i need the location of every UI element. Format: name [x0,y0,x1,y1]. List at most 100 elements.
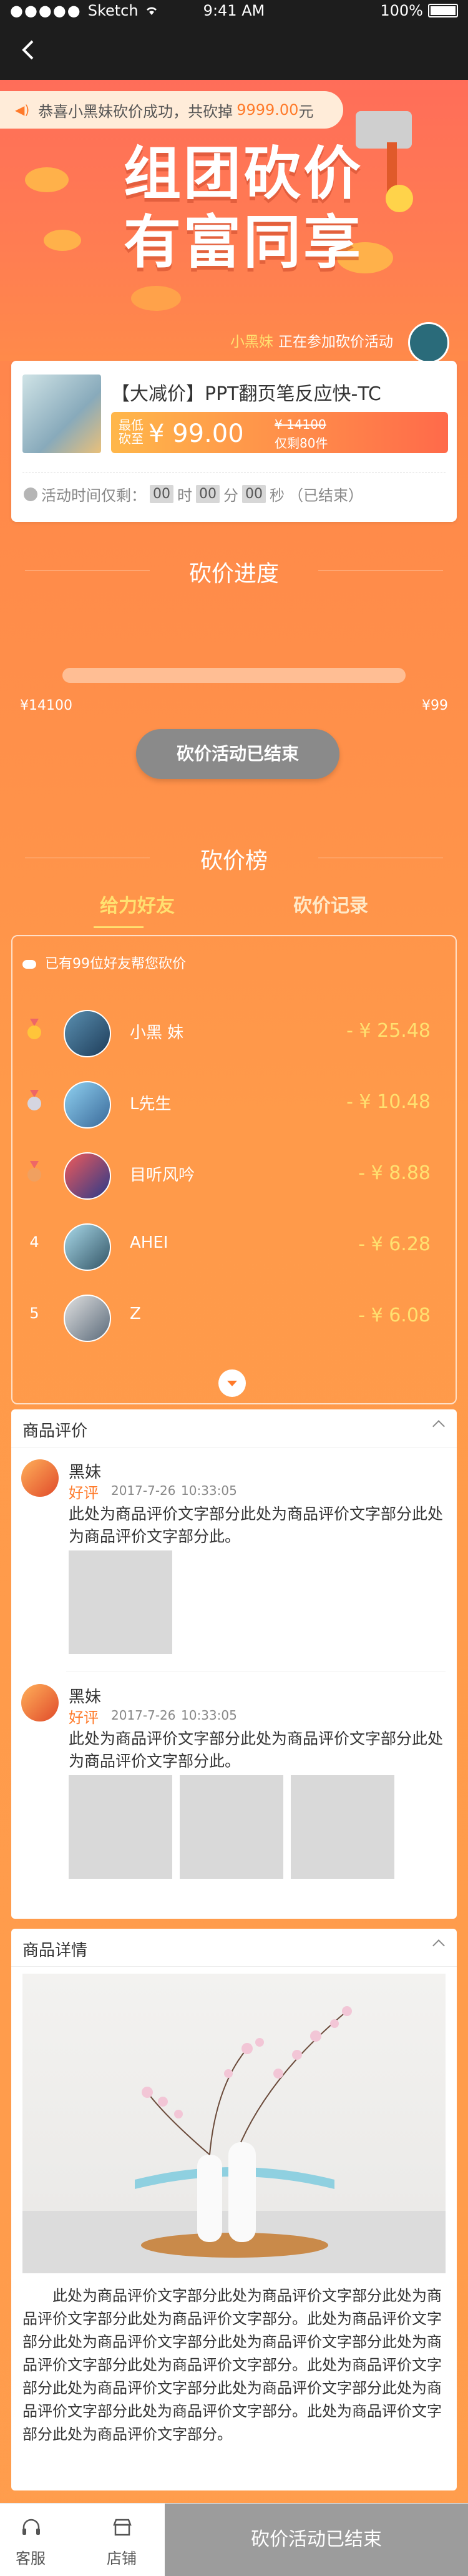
progress-title: 砍价进度 [188,561,279,587]
reviewer-name: 黑妹 [69,1463,102,1482]
rank-number: 4 [29,1233,39,1251]
avatar [21,1459,59,1497]
expand-more-button[interactable] [218,1369,246,1397]
avatar [64,1152,111,1200]
friend-name: L先生 [130,1095,172,1114]
active-tab-indicator [94,926,144,928]
vase-illustration [22,2006,446,2273]
decor-cloud [131,286,181,311]
decor-cloud [44,230,81,251]
tab-friends[interactable]: 给力好友 [100,890,175,918]
ranking-row: 5 Z - ¥ 6.08 [11,1281,457,1349]
current-price: ¥ 99.00 [149,419,244,448]
review-text: 此处为商品评价文字部分此处为商品评价文字部分此处为商品评价文字部分此。 [69,1505,444,1545]
avatar [64,1081,111,1129]
rank-number: 5 [29,1305,39,1322]
review-date: 2017-7-26 [111,1483,176,1498]
ranking-row: 目听风吟 - ¥ 8.88 [11,1139,457,1207]
helper-icon [22,960,36,969]
activity-ended-button[interactable]: 砍价活动已结束 [136,729,339,779]
countdown-unit: 时 [177,487,192,504]
friend-name: 目听风吟 [130,1166,195,1185]
ranking-header-text: 已有99位好友帮您砍价 [45,956,186,972]
friend-name: AHEI [130,1233,168,1252]
original-price: ¥ 14100 [275,417,326,432]
chevron-up-icon[interactable] [432,1420,445,1432]
service-label: 客服 [16,2550,46,2567]
reviews-title: 商品评价 [22,1422,88,1441]
ranking-header: 已有99位好友帮您砍价 [22,953,186,972]
product-image [22,375,101,453]
product-card[interactable]: 【大减价】PPT翻页笔反应快-TC 最低砍至 ¥ 99.00 ¥ 14100 仅… [11,361,457,522]
notice-unit: 元 [298,102,314,120]
countdown-seconds: 00 [242,485,266,503]
review-image[interactable] [69,1550,172,1654]
review-time: 10:33:05 [181,1708,237,1723]
reviews-panel: 商品评价 黑妹 好评 2017-7-26 10:33:05 此处为商品评价文字部… [11,1409,457,1919]
store-button[interactable]: 店铺 [91,2504,152,2576]
countdown-status: （已结束） [288,487,363,504]
ranking-title: 砍价榜 [200,848,268,874]
review-image[interactable] [291,1775,394,1879]
avatar [408,322,449,361]
joiner-name: 小黑妹 [230,334,273,350]
avatar [64,1295,111,1342]
details-title: 商品详情 [22,1941,88,1960]
details-panel: 商品详情 此处为商品评价文字部分此处为商品评价文字部分此处为商品评价文字部分此处… [11,1929,457,2490]
countdown-label: 活动时间仅剩： [41,487,146,504]
cut-amount: - ¥ 25.48 [346,1020,431,1042]
countdown-unit: 分 [223,487,238,504]
tab-records[interactable]: 砍价记录 [293,890,368,918]
battery-icon [428,4,458,17]
hero-banner: ◀) 恭喜小黑妹砍价成功，共砍掉 9999.00 元 组团砍价 有富同享 小黑妹… [0,80,468,361]
price-bar: 最低砍至 ¥ 99.00 ¥ 14100 仅剩80件 [111,412,448,453]
service-button[interactable]: 客服 [0,2504,61,2576]
progress-end-price: ¥99 [422,698,448,713]
bronze-medal-icon [27,1161,41,1182]
cut-amount: - ¥ 6.08 [358,1305,431,1326]
hero-title-line2: 有富同享 [123,208,363,276]
gold-medal-icon [27,1019,41,1039]
countdown: 活动时间仅剩： 00 时 00 分 00 秒 （已结束） [24,483,363,505]
friend-name: Z [130,1305,141,1323]
avatar [64,1010,111,1057]
hero-title: 组团砍价 有富同享 [100,139,387,277]
clock-icon [24,487,37,501]
battery-label: 100% [380,2,423,19]
product-detail-image [22,1974,446,2273]
countdown-minutes: 00 [196,485,220,503]
activity-ended-bottom-button[interactable]: 砍价活动已结束 [165,2504,468,2576]
progress-bar [62,668,406,683]
notice-amount: 9999.00 [236,101,299,119]
decor-cloud [25,167,69,192]
notice-text: 恭喜小黑妹砍价成功，共砍掉 [38,102,233,120]
review-rating: 好评 [69,1709,99,1726]
review-time: 10:33:05 [181,1483,237,1498]
chevron-up-icon[interactable] [432,1939,445,1952]
ranking-row: L先生 - ¥ 10.48 [11,1067,457,1136]
joiner-text: 小黑妹 正在参加砍价活动 [230,330,393,351]
divider [11,1966,457,1967]
cut-amount: - ¥ 6.28 [358,1233,431,1255]
silver-medal-icon [27,1090,41,1110]
review-rating: 好评 [69,1484,99,1502]
avatar [64,1223,111,1271]
countdown-unit: 秒 [270,487,285,504]
bottom-bar: 客服 店铺 砍价活动已结束 [0,2503,468,2576]
avatar [21,1684,59,1721]
joiner-status: 正在参加砍价活动 [278,334,393,350]
reviewer-name: 黑妹 [69,1688,102,1707]
ranking-row: 4 AHEI - ¥ 6.28 [11,1210,457,1278]
store-label: 店铺 [107,2550,137,2567]
friend-name: 小黑 妹 [130,1024,184,1042]
product-name: 【大减价】PPT翻页笔反应快-TC [111,383,381,405]
price-label: 最低砍至 [119,418,144,446]
review-date: 2017-7-26 [111,1708,176,1723]
review-image[interactable] [69,1775,172,1879]
ranking-row: 小黑 妹 - ¥ 25.48 [11,996,457,1065]
headset-icon [22,2519,40,2535]
cut-amount: - ¥ 8.88 [358,1162,431,1184]
back-arrow-icon[interactable] [16,37,41,62]
divider [22,472,446,473]
review-image[interactable] [180,1775,283,1879]
